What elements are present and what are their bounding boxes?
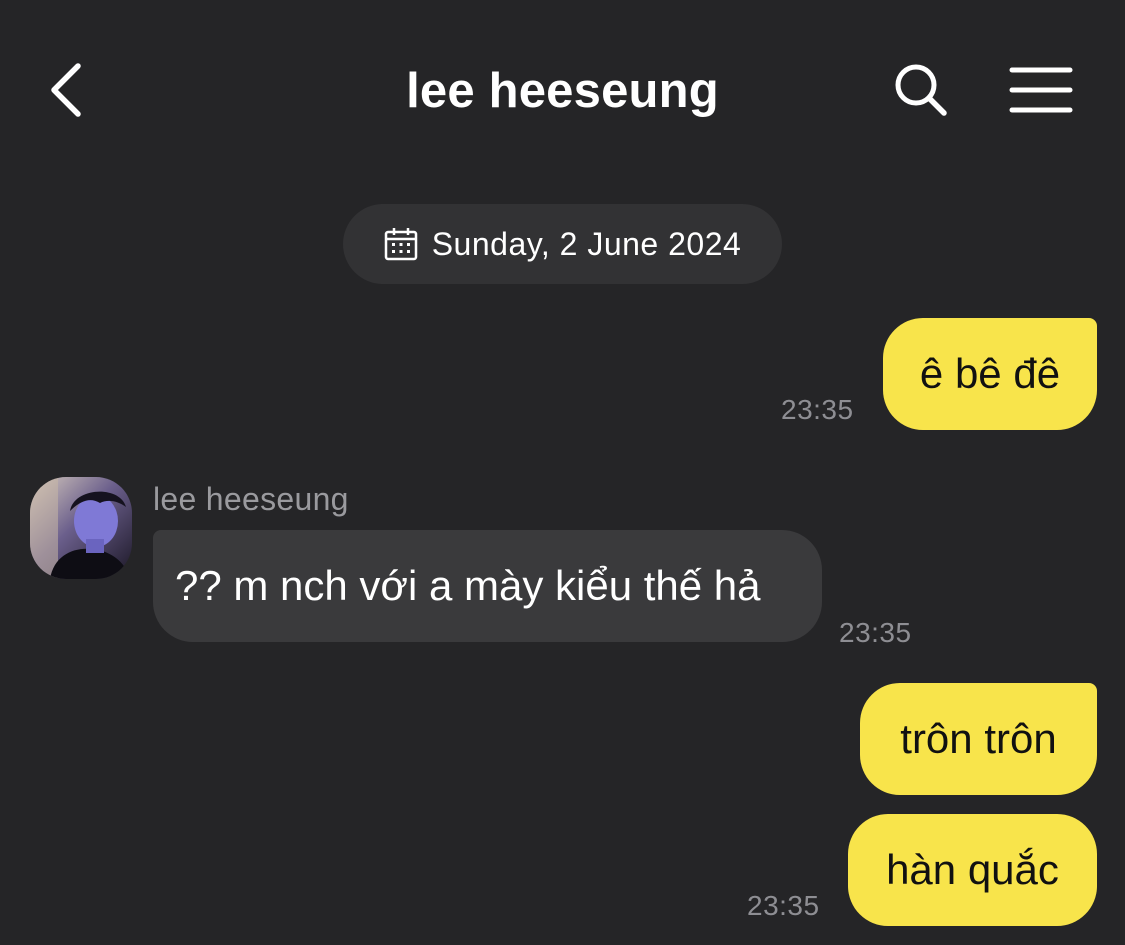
- chevron-left-icon: [51, 63, 81, 117]
- menu-button[interactable]: [1002, 58, 1080, 122]
- message-timestamp: 23:35: [747, 890, 820, 921]
- back-button[interactable]: [38, 58, 94, 122]
- date-divider: Sunday, 2 June 2024: [343, 204, 782, 284]
- their-message-bubble[interactable]: ?? m nch với a mày kiểu thế hả: [153, 530, 822, 642]
- chat-title: lee heeseung: [406, 64, 719, 118]
- my-message-bubble[interactable]: ê bê đê: [883, 318, 1097, 430]
- search-button[interactable]: [886, 58, 956, 122]
- calendar-icon: [384, 228, 417, 261]
- my-message-bubble[interactable]: trôn trôn: [860, 683, 1097, 795]
- search-icon: [895, 64, 947, 116]
- date-divider-text: Sunday, 2 June 2024: [431, 226, 742, 262]
- avatar[interactable]: [30, 477, 132, 579]
- my-message-bubble[interactable]: hàn quắc: [848, 814, 1097, 926]
- message-timestamp: 23:35: [781, 394, 854, 425]
- profile-photo: [30, 477, 132, 579]
- hamburger-menu-icon: [1009, 67, 1073, 113]
- sender-name: lee heeseung: [153, 481, 349, 517]
- message-timestamp: 23:35: [839, 617, 912, 648]
